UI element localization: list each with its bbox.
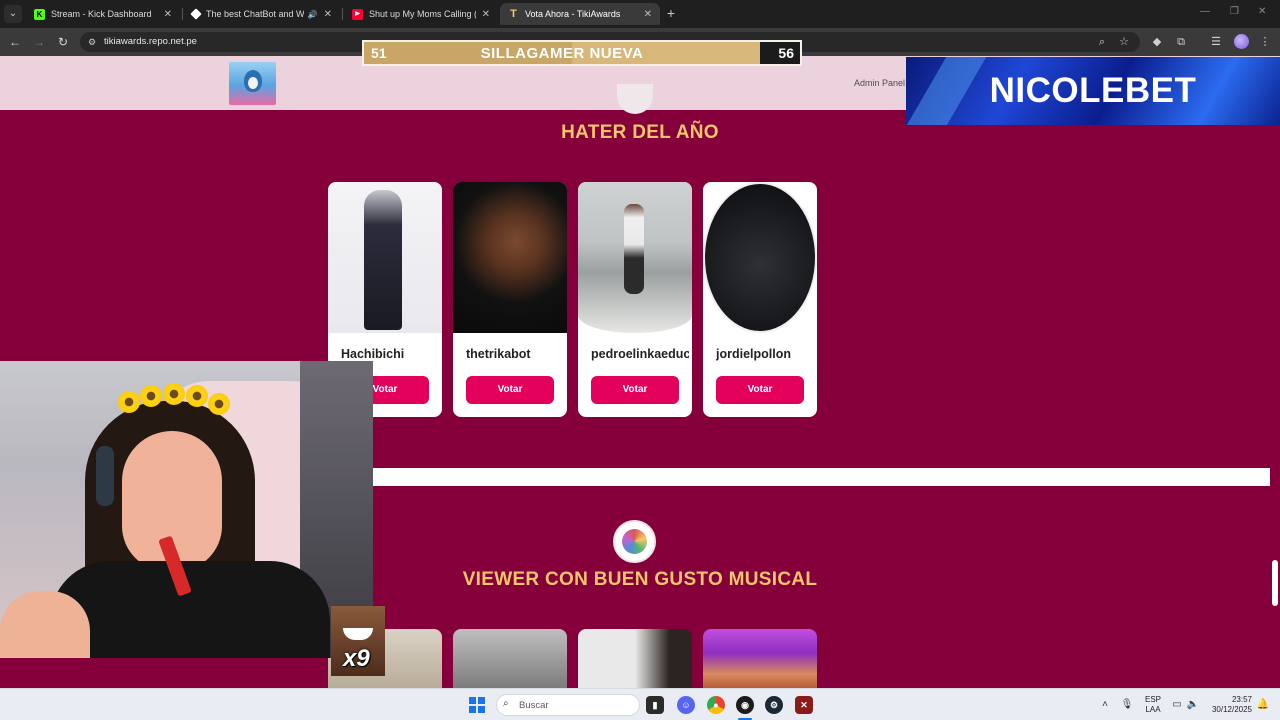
- tab-kick-dashboard[interactable]: K Stream - Kick Dashboard ✕: [26, 3, 180, 25]
- vote-score-bar: 51 SILLAGAMER NUEVA 56: [362, 40, 802, 66]
- sponsor-name: NICOLEBET: [989, 71, 1197, 110]
- search-placeholder: Buscar: [519, 700, 549, 711]
- category-title: HATER DEL AÑO: [561, 122, 719, 143]
- url-text[interactable]: tikiawards.repo.net.pe: [104, 36, 197, 47]
- tab-title: The best ChatBot and Widg: [206, 9, 304, 19]
- section-divider: [373, 468, 1270, 486]
- youtube-icon: ▶: [352, 8, 363, 20]
- back-icon[interactable]: ←: [7, 34, 23, 50]
- vote-button[interactable]: Votar: [591, 376, 679, 404]
- nominee-photo: [703, 182, 817, 333]
- volume-icon[interactable]: 🔈: [1186, 698, 1200, 712]
- close-icon[interactable]: ✕: [482, 9, 490, 20]
- vote-button[interactable]: Votar: [466, 376, 554, 404]
- profile-avatar[interactable]: [1234, 34, 1249, 49]
- notification-bell-icon[interactable]: 🔔: [1256, 698, 1270, 712]
- dota-icon[interactable]: ✕: [795, 696, 813, 714]
- nominee-photo: [453, 629, 567, 689]
- obs-icon[interactable]: ◉: [736, 696, 754, 714]
- nominee-name: jordielpollon: [716, 347, 791, 361]
- clock-date: 30/12/2025: [1211, 705, 1252, 714]
- tab-divider: [182, 8, 183, 20]
- tab-title: Vota Ahora - TikiAwards: [525, 9, 621, 19]
- task-view-icon[interactable]: ▮: [646, 696, 664, 714]
- nominee-photo: [328, 182, 442, 333]
- minimize-icon[interactable]: —: [1200, 6, 1210, 17]
- nominee-photo: [578, 629, 692, 689]
- discord-icon[interactable]: ☺: [677, 696, 695, 714]
- nominee-photo: [578, 182, 692, 333]
- network-icon[interactable]: ▭: [1170, 698, 1184, 712]
- lang-top: ESP: [1145, 695, 1162, 704]
- site-info-icon[interactable]: ⚙: [86, 36, 98, 48]
- taskbar-search[interactable]: ⌕ Buscar: [496, 694, 640, 716]
- tab-youtube[interactable]: ▶ Shut up My Moms Calling (Spe ✕: [344, 3, 498, 25]
- menu-dots-icon[interactable]: ⋮: [1257, 34, 1273, 50]
- extensions-puzzle-icon[interactable]: ⧉: [1173, 34, 1189, 50]
- nominee-name: pedroelinkaeduc: [591, 347, 689, 361]
- reload-icon[interactable]: ↻: [55, 34, 71, 50]
- restore-icon[interactable]: ❐: [1230, 6, 1239, 17]
- score-title: SILLAGAMER NUEVA: [480, 45, 644, 62]
- vote-button[interactable]: Votar: [716, 376, 804, 404]
- streamelements-icon: [190, 8, 202, 20]
- tab-divider: [342, 8, 343, 20]
- browser-tab-bar: ⌄ K Stream - Kick Dashboard ✕ The best C…: [0, 0, 1280, 28]
- microphone-icon[interactable]: 🎙: [1120, 698, 1134, 712]
- close-window-icon[interactable]: ✕: [1258, 6, 1266, 17]
- close-icon[interactable]: ✕: [324, 9, 332, 20]
- chrome-icon[interactable]: ●: [707, 696, 725, 714]
- penguin-mascot-icon: [244, 70, 262, 92]
- category-emblem: [613, 520, 656, 563]
- reading-list-icon[interactable]: ☰: [1208, 34, 1224, 50]
- chevron-up-icon[interactable]: ˄: [1098, 698, 1112, 712]
- search-icon: ⌕: [503, 698, 509, 709]
- page-scrollbar[interactable]: [1270, 110, 1280, 688]
- close-icon[interactable]: ✕: [644, 9, 652, 20]
- steam-icon[interactable]: ⚙: [765, 696, 783, 714]
- nominee-card: pedroelinkaeduc Votar: [578, 182, 692, 417]
- nominee-card: jordielpollon Votar: [703, 182, 817, 417]
- extension-diamond-icon[interactable]: ◆: [1149, 34, 1165, 50]
- windows-taskbar: ⌕ Buscar ▮ ☺ ● ◉ ⚙ ✕ ˄ 🎙 ESP LAA ▭ 🔈 23:…: [0, 688, 1280, 720]
- nominee-photo: [703, 629, 817, 689]
- tab-title: Stream - Kick Dashboard: [51, 9, 152, 19]
- nominee-card: thetrikabot Votar: [453, 182, 567, 417]
- admin-panel-link[interactable]: Admin Panel: [854, 78, 905, 88]
- tab-title: Shut up My Moms Calling (Spe: [369, 9, 476, 19]
- nominee-name: Hachibichi: [341, 347, 405, 361]
- kick-icon: K: [34, 8, 45, 20]
- clock-time: 23:57: [1231, 695, 1252, 704]
- nominee-photo: [453, 182, 567, 333]
- nominee-name: thetrikabot: [466, 347, 531, 361]
- tab-chatbot[interactable]: The best ChatBot and Widg 🔊 ✕: [184, 3, 340, 25]
- emote-count: x9: [343, 645, 370, 672]
- scrollbar-thumb[interactable]: [1272, 560, 1278, 606]
- tab-search-button[interactable]: ⌄: [4, 5, 22, 23]
- system-clock[interactable]: 23:57 30/12/2025: [1206, 695, 1252, 715]
- windows-start-icon[interactable]: [469, 697, 485, 713]
- site-logo[interactable]: [229, 62, 276, 105]
- webcam-feed: [0, 361, 373, 658]
- bookmark-star-icon[interactable]: ☆: [1117, 35, 1131, 49]
- zoom-icon[interactable]: ⌕: [1095, 35, 1109, 49]
- language-indicator[interactable]: ESP LAA: [1145, 695, 1161, 715]
- new-tab-button[interactable]: +: [664, 5, 678, 21]
- lang-bottom: LAA: [1145, 705, 1161, 714]
- tab-tikiawards[interactable]: T Vota Ahora - TikiAwards ✕: [500, 3, 660, 25]
- sponsor-banner: NICOLEBET: [906, 57, 1280, 125]
- close-icon[interactable]: ✕: [164, 9, 172, 20]
- score-right: 56: [778, 45, 794, 61]
- tikiawards-icon: T: [510, 7, 517, 20]
- speaker-icon[interactable]: 🔊: [308, 10, 318, 19]
- forward-icon[interactable]: →: [31, 34, 47, 50]
